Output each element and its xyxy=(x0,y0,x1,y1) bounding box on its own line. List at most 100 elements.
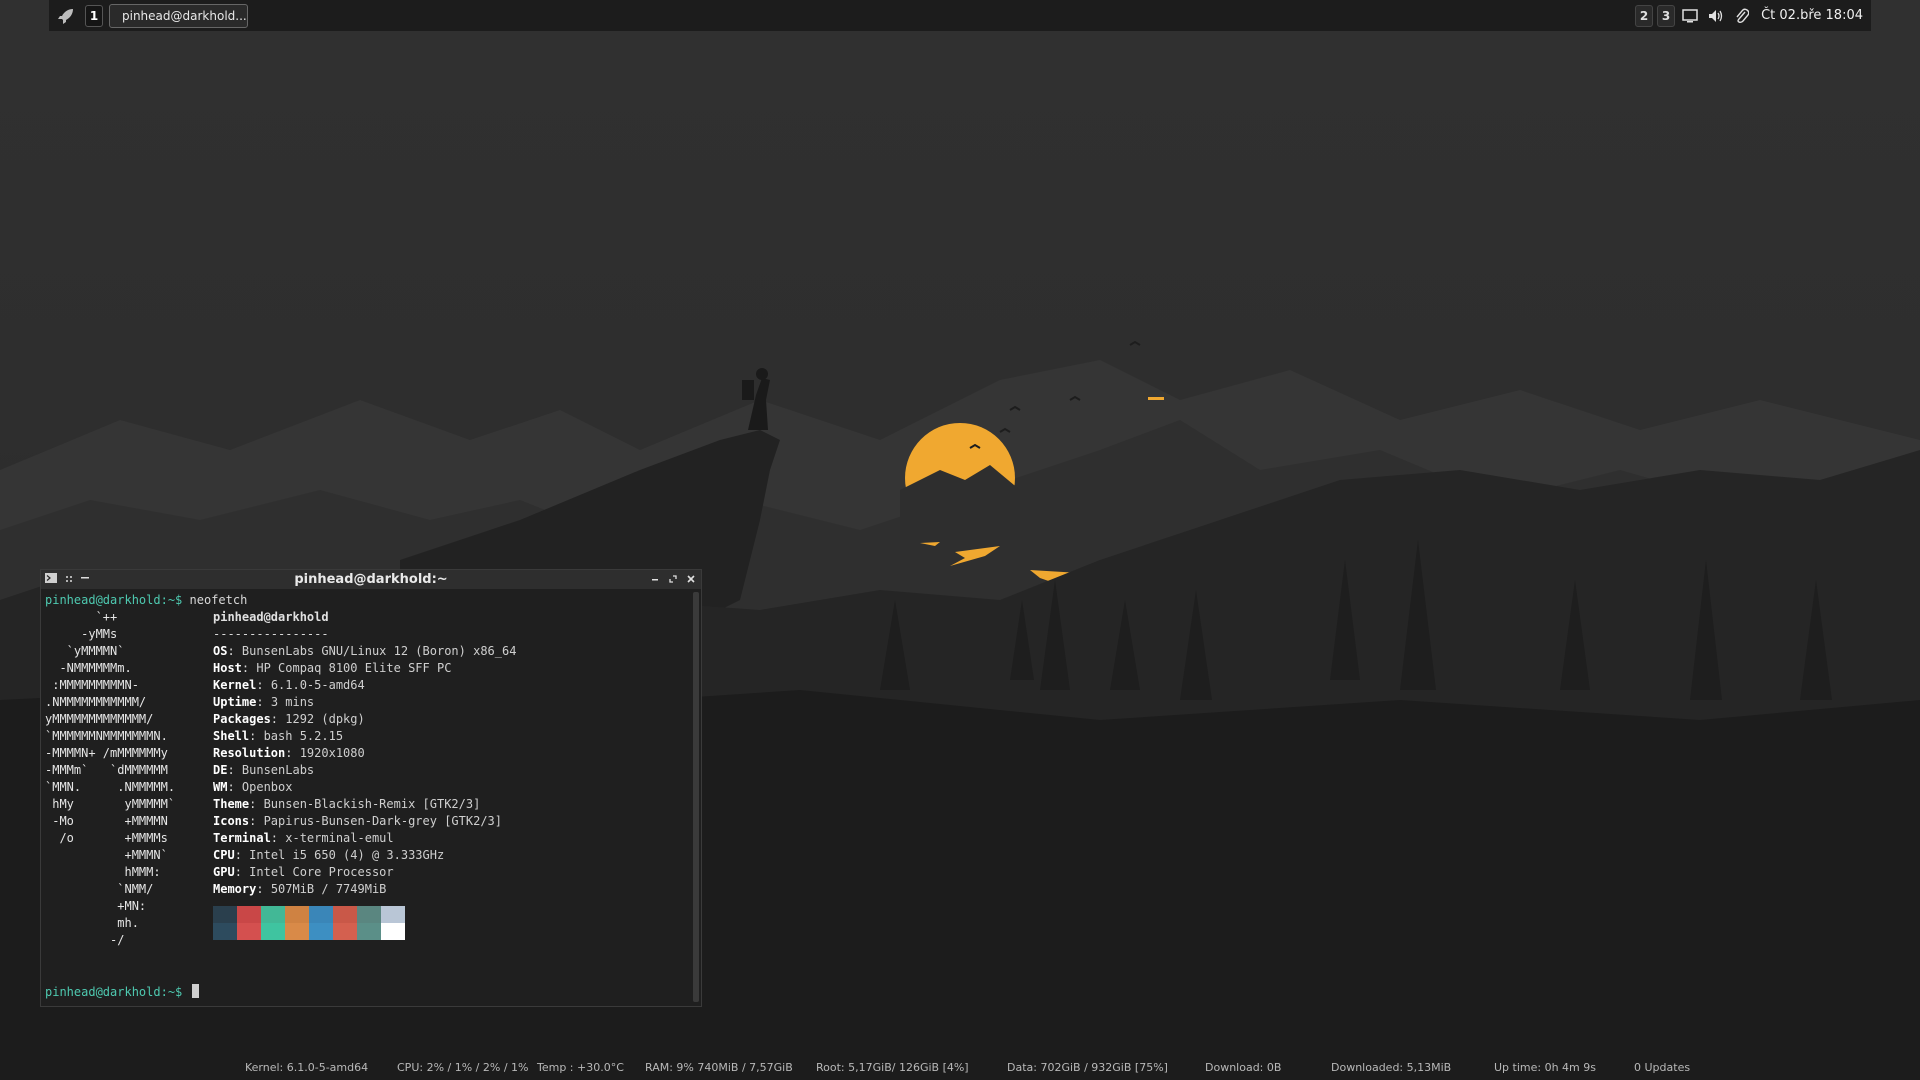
uptime-stat: Up time: 0h 4m 9s xyxy=(1494,1061,1596,1074)
titlebar-right-controls xyxy=(641,570,695,589)
info-key: Icons xyxy=(213,814,250,828)
terminal-titlebar[interactable]: pinhead@darkhold:~ xyxy=(41,570,701,589)
info-key: Memory xyxy=(213,882,257,896)
workspace-3-button[interactable]: 3 xyxy=(1657,4,1676,27)
panel-left: 1 pinhead@darkhold... xyxy=(53,0,248,31)
info-row: Icons: Papirus-Bunsen-Dark-grey [GTK2/3] xyxy=(213,814,502,828)
logo-line: .NMMMMMMMMMMM/ xyxy=(45,695,147,709)
color-swatch xyxy=(333,906,357,940)
logo-line: `yMMMMN` xyxy=(45,644,125,658)
minimize-button[interactable] xyxy=(651,573,659,586)
terminal-title: pinhead@darkhold:~ xyxy=(294,572,448,587)
logo-line: -NMMMMMMm. xyxy=(45,661,132,675)
ram-stat: RAM: 9% 740MiB / 7,57GiB xyxy=(645,1061,793,1074)
terminal-output[interactable]: pinhead@darkhold:~$ neofetch `++ -yMMs `… xyxy=(45,592,691,1002)
info-key: Theme xyxy=(213,797,250,811)
close-button[interactable] xyxy=(687,573,695,586)
taskbar-terminal-button[interactable]: pinhead@darkhold... xyxy=(109,3,248,28)
shade-icon[interactable] xyxy=(81,573,89,586)
speaker-icon xyxy=(1709,9,1723,22)
titlebar-left-controls xyxy=(45,570,97,589)
logo-line: `NMM/ xyxy=(45,882,154,896)
info-row: OS: BunsenLabs GNU/Linux 12 (Boron) x86_… xyxy=(213,644,517,658)
display-tray-button[interactable] xyxy=(1680,6,1700,26)
clipboard-tray-button[interactable] xyxy=(1732,6,1752,26)
data-disk-stat: Data: 702GiB / 932GiB [75%] xyxy=(1007,1061,1168,1074)
info-value: BunsenLabs GNU/Linux 12 (Boron) x86_64 xyxy=(241,644,517,658)
info-key: Shell xyxy=(213,729,250,743)
info-row: Uptime: 3 mins xyxy=(213,695,315,709)
info-value: x-terminal-emul xyxy=(285,831,394,845)
rocket-icon xyxy=(58,8,73,24)
cpu-stat: CPU: 2% / 1% / 2% / 1% xyxy=(397,1061,529,1074)
logo-line: hMMM: xyxy=(45,865,161,879)
color-swatch xyxy=(357,906,381,940)
prompt: pinhead@darkhold:~$ xyxy=(45,985,183,999)
paperclip-icon xyxy=(1736,8,1750,23)
neofetch-ascii-logo: `++ -yMMs `yMMMMN` -NMMMMMMm. :MMMMMMMMM… xyxy=(45,609,210,949)
workspace-1-button[interactable]: 1 xyxy=(85,4,103,27)
info-value: Openbox xyxy=(241,780,293,794)
info-row: Shell: bash 5.2.15 xyxy=(213,729,344,743)
color-swatch xyxy=(237,906,261,940)
info-row: GPU: Intel Core Processor xyxy=(213,865,394,879)
root-disk-stat: Root: 5,17GiB/ 126GiB [4%] xyxy=(816,1061,969,1074)
clock[interactable]: Čt 02.bře 18:04 xyxy=(1761,8,1863,23)
terminal-window[interactable]: pinhead@darkhold:~ pinhead@darkhold:~$ n… xyxy=(40,569,702,1007)
color-swatch xyxy=(381,906,405,940)
info-value: 1292 (dpkg) xyxy=(285,712,365,726)
logo-line: yMMMMMMMMMMMMM/ xyxy=(45,712,154,726)
logo-line: -MMMm` `dMMMMMM xyxy=(45,763,168,777)
info-value: Intel Core Processor xyxy=(249,865,394,879)
window-menu-icon[interactable] xyxy=(45,573,57,586)
terminal-scrollbar[interactable] xyxy=(693,592,699,1002)
all-desktops-icon[interactable] xyxy=(65,573,73,586)
info-value: bash 5.2.15 xyxy=(263,729,344,743)
info-row: Memory: 507MiB / 7749MiB xyxy=(213,882,387,896)
text-cursor xyxy=(191,984,199,998)
info-value: 6.1.0-5-amd64 xyxy=(270,678,365,692)
info-key: Packages xyxy=(213,712,271,726)
info-row: Resolution: 1920x1080 xyxy=(213,746,365,760)
command-text: neofetch xyxy=(189,593,248,607)
logo-line: `++ xyxy=(45,610,118,624)
monitor-icon xyxy=(1682,8,1698,22)
logo-line: -yMMs xyxy=(45,627,118,641)
volume-tray-button[interactable] xyxy=(1706,6,1726,26)
info-separator: ---------------- xyxy=(213,627,329,641)
info-key: GPU xyxy=(213,865,235,879)
color-swatch xyxy=(213,906,237,940)
info-value: BunsenLabs xyxy=(241,763,315,777)
info-key: DE xyxy=(213,763,228,777)
info-key: CPU xyxy=(213,848,235,862)
info-key: OS xyxy=(213,644,228,658)
info-row: Packages: 1292 (dpkg) xyxy=(213,712,365,726)
workspace-2-button[interactable]: 2 xyxy=(1635,4,1654,27)
info-row: Kernel: 6.1.0-5-amd64 xyxy=(213,678,365,692)
logo-line: -/ xyxy=(45,933,125,947)
info-value: HP Compaq 8100 Elite SFF PC xyxy=(256,661,452,675)
logo-line: +MMMN` xyxy=(45,848,168,862)
logo-line: -Mo +MMMMN xyxy=(45,814,168,828)
maximize-button[interactable] xyxy=(669,573,677,586)
info-key: Uptime xyxy=(213,695,257,709)
color-swatch xyxy=(261,906,285,940)
info-value: 507MiB / 7749MiB xyxy=(270,882,387,896)
info-key: Kernel xyxy=(213,678,257,692)
info-row: WM: Openbox xyxy=(213,780,293,794)
info-row: Theme: Bunsen-Blackish-Remix [GTK2/3] xyxy=(213,797,481,811)
color-swatch xyxy=(309,906,333,940)
color-swatch xyxy=(285,906,309,940)
logo-line: /o +MMMMs xyxy=(45,831,168,845)
minimize-icon xyxy=(652,579,658,581)
color-palette xyxy=(213,906,683,940)
kernel-stat: Kernel: 6.1.0-5-amd64 xyxy=(245,1061,369,1074)
updates-stat: 0 Updates xyxy=(1634,1061,1691,1074)
info-row: CPU: Intel i5 650 (4) @ 3.333GHz xyxy=(213,848,445,862)
downloaded-total-stat: Downloaded: 5,13MiB xyxy=(1331,1061,1452,1074)
logo-line: `MMMMMMNMMMMMMMN. xyxy=(45,729,168,743)
active-prompt-line[interactable]: pinhead@darkhold:~$ xyxy=(45,984,199,1001)
app-launcher-button[interactable] xyxy=(53,3,79,29)
conky-status-bar: Kernel: 6.1.0-5-amd64 CPU: 2% / 1% / 2% … xyxy=(0,1058,1920,1080)
info-row: Terminal: x-terminal-emul xyxy=(213,831,394,845)
